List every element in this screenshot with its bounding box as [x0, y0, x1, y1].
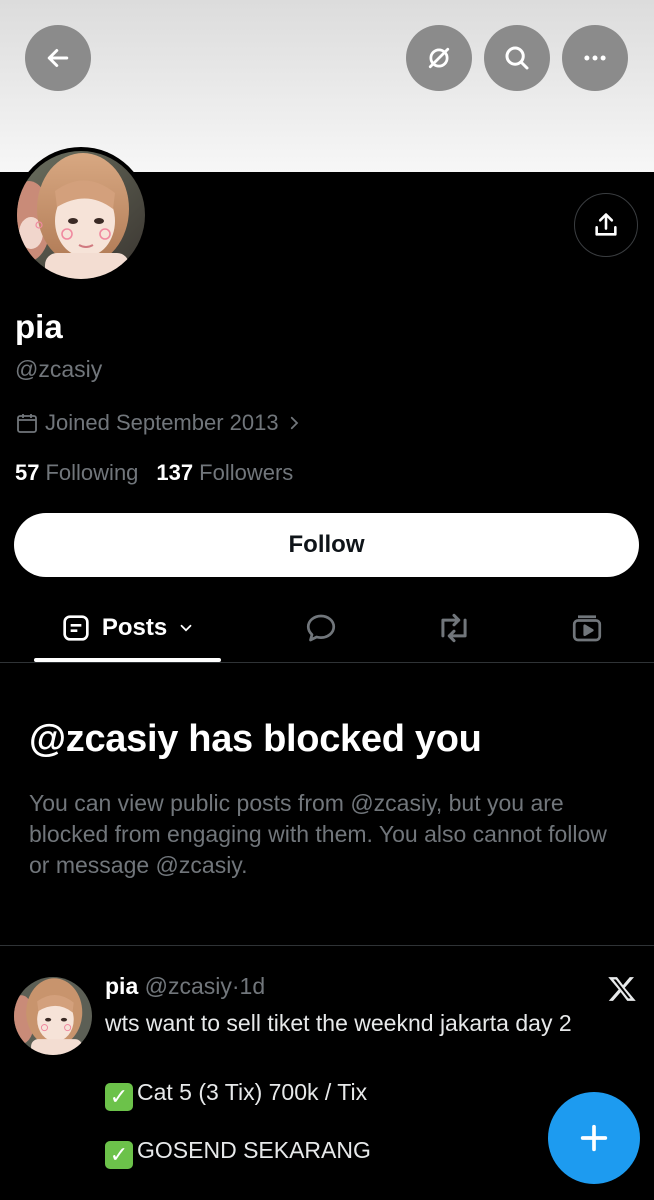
following-count: 57 — [15, 460, 40, 485]
post-header: pia @zcasiy·1d — [105, 973, 265, 1000]
back-button[interactable] — [25, 25, 91, 91]
tab-media[interactable] — [553, 595, 621, 661]
blocked-title: @zcasiy has blocked you — [29, 718, 482, 760]
active-tab-indicator — [34, 658, 221, 662]
check-icon: ✓ — [105, 1141, 133, 1169]
joined-date[interactable]: Joined September 2013 — [15, 410, 303, 436]
reply-icon — [306, 614, 336, 642]
post-line-2: ✓ Cat 5 (3 Tix) 700k / Tix — [105, 1077, 635, 1111]
chevron-right-icon — [290, 416, 298, 430]
share-button[interactable] — [574, 193, 638, 257]
compose-plus-icon — [580, 1124, 608, 1152]
following-stat[interactable]: 57 Following — [15, 460, 138, 486]
compose-button[interactable] — [548, 1092, 640, 1184]
display-name: pia — [15, 308, 63, 345]
back-arrow-icon — [47, 49, 69, 67]
profile-handle: @zcasiy — [15, 356, 103, 382]
check-icon: ✓ — [105, 1083, 133, 1111]
profile-avatar[interactable] — [13, 147, 149, 283]
following-label: Following — [45, 460, 139, 485]
post-line-2-text: Cat 5 (3 Tix) 700k / Tix — [137, 1079, 368, 1105]
share-icon — [595, 213, 617, 236]
x-logo-icon[interactable] — [607, 974, 637, 1004]
media-icon — [572, 615, 602, 642]
profile-banner — [0, 0, 654, 172]
search-icon — [505, 46, 529, 70]
post-avatar-photo — [14, 977, 92, 1055]
search-button[interactable] — [484, 25, 550, 91]
chevron-down-icon — [180, 624, 192, 632]
profile-tabs: Posts — [0, 595, 654, 663]
grok-button[interactable] — [406, 25, 472, 91]
follow-stats: 57 Following 137 Followers — [15, 460, 293, 486]
posts-icon — [63, 615, 89, 641]
follow-button[interactable]: Follow — [14, 513, 639, 577]
post-line-3-text: GOSEND SEKARANG — [137, 1137, 371, 1163]
followers-stat[interactable]: 137 Followers — [156, 460, 293, 486]
more-button[interactable] — [562, 25, 628, 91]
tab-posts-label: Posts — [101, 614, 168, 641]
followers-count: 137 — [156, 460, 194, 485]
post-author[interactable]: pia — [105, 973, 138, 999]
avatar-photo — [17, 151, 145, 279]
joined-label: Joined September 2013 — [45, 410, 279, 435]
post-handle[interactable]: @zcasiy — [145, 973, 232, 999]
followers-label: Followers — [199, 460, 294, 485]
divider — [0, 945, 654, 946]
repost-icon — [441, 613, 467, 643]
more-icon — [584, 55, 606, 61]
post-avatar[interactable] — [14, 977, 92, 1055]
blocked-message: You can view public posts from @zcasiy, … — [29, 790, 607, 878]
tab-posts[interactable]: Posts — [34, 595, 221, 661]
tab-reposts[interactable] — [420, 595, 488, 661]
post-time[interactable]: 1d — [240, 973, 266, 999]
post-separator: · — [231, 973, 240, 999]
post-line-1: wts want to sell tiket the weeknd jakart… — [105, 1010, 572, 1036]
tab-replies[interactable] — [287, 595, 355, 661]
calendar-icon — [17, 414, 37, 433]
grok-icon — [428, 47, 450, 69]
